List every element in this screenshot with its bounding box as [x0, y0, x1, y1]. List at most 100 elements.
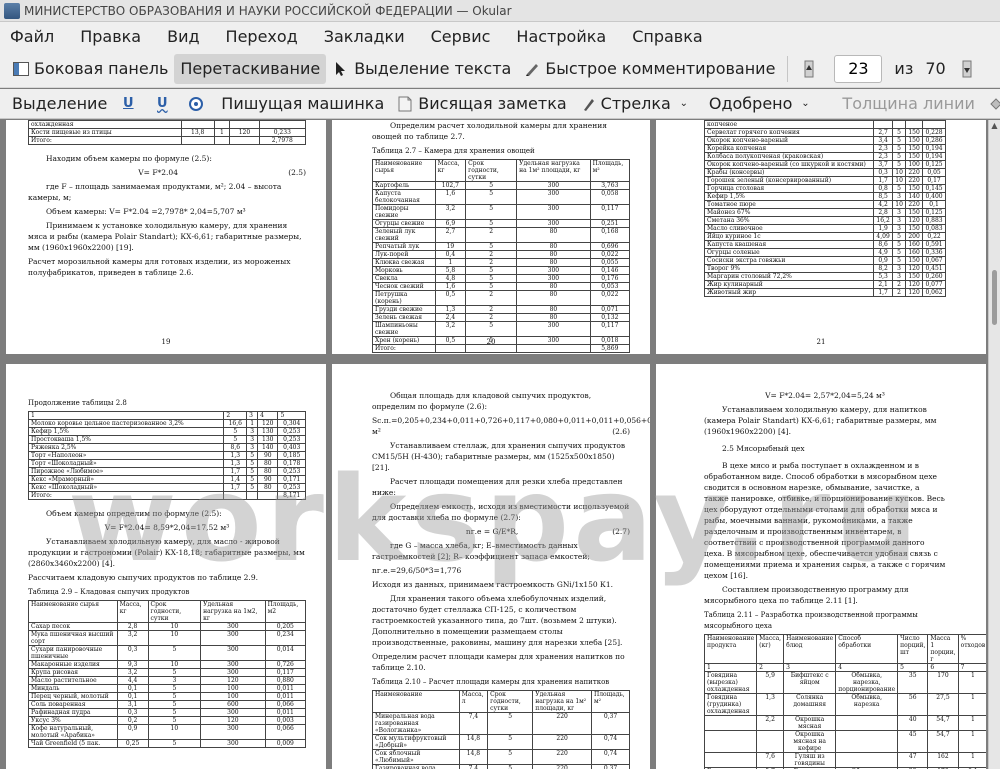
table-cell: 1	[957, 715, 986, 731]
table-row: Говядина (грудинка) охлажденная 1,3 Солянк…	[703, 693, 986, 716]
table-cell: 4,4	[116, 676, 149, 685]
table-cell: 3	[246, 435, 259, 444]
line-width-button[interactable]: Толщина линии	[836, 91, 981, 117]
table-cell	[756, 730, 785, 753]
table-row: Крабы (консервы) 0,3 10 220 0,05	[703, 168, 946, 177]
menu-go[interactable]: Переход	[222, 25, 302, 48]
quick-comment-button[interactable]: Быстрое комментирование	[517, 54, 781, 84]
page-text: Определяем емкость, исходя из вместимост…	[372, 502, 630, 522]
table-cell: 3	[892, 272, 907, 281]
table-header-cell: 1	[27, 411, 225, 420]
table-row: Чеснок свежий 1,6 5 80 0,053	[372, 282, 631, 291]
formula-text: nг.е = G/E*R,	[465, 527, 519, 536]
table-row: Миндаль 0,1 5 100 0,011	[28, 684, 307, 693]
table-header-cell: Масса 1 порции, г	[927, 634, 959, 664]
table-cell: 5,9	[756, 671, 785, 694]
table-cell: 0,014	[264, 645, 307, 661]
table-cell: 0,1	[922, 200, 946, 209]
table-cell: 300	[516, 219, 591, 228]
squiggly-button[interactable]: U	[147, 91, 181, 117]
dry-goods-table: Наименование сырья Масса, кг Срок годности…	[28, 600, 307, 748]
table-cell: 0,403	[277, 443, 306, 452]
table-cell	[246, 491, 259, 500]
table-caption: Таблица 2.9 – Кладовая сыпучих продуктов	[28, 588, 190, 596]
table-cell: 5	[147, 700, 202, 709]
menu-settings[interactable]: Настройка	[512, 25, 610, 48]
table-cell: 3,7	[873, 160, 894, 169]
page-number-input[interactable]	[834, 54, 883, 83]
table-cell: Макаронные изделия	[28, 660, 118, 669]
table-cell: 2,7978	[258, 136, 307, 145]
table-header-cell: Наименование блюд	[783, 634, 837, 664]
scroll-up-icon[interactable]: ▲	[989, 120, 1000, 132]
table-cell: 2	[892, 288, 907, 297]
formula-text: Sс.п.=0,205+0,234+0,011+0,726+0,117+0,08…	[372, 416, 650, 436]
arrow-tool-button[interactable]: Стрелка ⌄	[573, 91, 703, 117]
formula: V= F*2.04 (2.5)	[28, 167, 306, 178]
table-cell: 0,178	[277, 459, 306, 468]
table-cell: 130	[257, 435, 279, 444]
table-cell: 3	[892, 224, 907, 233]
table-cell: 0,253	[277, 483, 306, 492]
table-row: Помидоры свежие 3,2 5 300 0,117	[372, 204, 631, 220]
table-cell: 0,726	[264, 660, 307, 669]
table-cell: 220	[905, 168, 924, 177]
menu-help[interactable]: Справка	[628, 25, 707, 48]
table-cell: Сахар песок	[28, 622, 118, 631]
drag-mode-button[interactable]: Перетаскивание	[174, 53, 327, 84]
table-header-cell: Масса, л	[458, 690, 489, 713]
table-row: Кефир 1,5% 8,5 3 140 0,400	[703, 192, 946, 201]
prev-page-button[interactable]	[794, 54, 828, 84]
table-cell: Кефир 1,5%	[703, 192, 875, 201]
table-cell: 2,3	[873, 144, 894, 153]
table-cell: 80	[516, 227, 591, 243]
table-cell: 0,145	[922, 184, 946, 193]
page-text: Расчет морозильной камеры для готовых из…	[28, 257, 291, 277]
table-row: Окрошка мясная на кефире4554,712,3	[703, 730, 986, 753]
line-color-button[interactable]	[981, 91, 1000, 117]
table-header-cell: Масса, (кг)	[756, 634, 785, 664]
page-text: Определим расчет холодильной камеры для …	[372, 121, 607, 141]
table-row: Макаронные изделия 9,3 10 300 0,726	[28, 660, 307, 669]
next-page-button[interactable]	[952, 54, 986, 84]
table-row: Молоко коровье цельное пастеризованное 3…	[27, 419, 306, 428]
menu-view[interactable]: Вид	[163, 25, 203, 48]
table-row: Жир кулинарный 2,1 2 120 0,077	[703, 280, 946, 289]
table-header-cell: Удельная нагрузка на 1м² площади, кг	[516, 159, 591, 182]
menu-edit[interactable]: Правка	[76, 25, 145, 48]
table-cell: 2,2	[756, 715, 785, 731]
table-row: Окорок копчено-вареный 3,4 5 150 0,286	[703, 136, 946, 145]
table-cell: 10	[147, 724, 202, 740]
table-cell: 0,9	[873, 256, 894, 265]
menu-file[interactable]: Файл	[6, 25, 58, 48]
text-select-button[interactable]: Выделение текста	[326, 54, 517, 84]
table-cell: 80	[516, 313, 591, 322]
table-cell: 300	[200, 739, 266, 748]
sidebar-button[interactable]: Боковая панель	[6, 54, 174, 84]
table-caption: Таблица 2.7 – Камера для хранения овощей	[372, 147, 535, 155]
popup-note-button[interactable]: Висящая заметка	[390, 91, 572, 117]
approved-stamp-button[interactable]: Одобрено ⌄	[703, 91, 825, 117]
typewriter-button[interactable]: Пишущая машинка	[215, 91, 390, 117]
menu-tools[interactable]: Сервис	[427, 25, 495, 48]
table-cell: 3,2	[116, 668, 149, 677]
vertical-scrollbar[interactable]: ▲	[988, 120, 1000, 769]
scrollbar-thumb[interactable]	[992, 270, 997, 325]
table-header-cell: Наименование сырья	[28, 600, 118, 623]
table-cell: 5	[892, 144, 907, 153]
underline-button[interactable]: U	[113, 91, 147, 117]
highlight-select-button[interactable]: Выделение	[6, 91, 113, 117]
table-cell: 0,066	[264, 724, 307, 740]
stamp-tool-button[interactable]	[181, 91, 215, 117]
table-cell: 300	[200, 660, 266, 669]
menu-bookmarks[interactable]: Закладки	[320, 25, 409, 48]
document-view[interactable]: охлажденная Кости пищевые из птицы 13,8 1 12…	[0, 120, 988, 769]
table-cell: 0,286	[922, 136, 946, 145]
table-cell: 3,4	[873, 136, 894, 145]
table-cell: 1,7	[873, 176, 894, 185]
table-caption: Таблица 2.11 – Разработка производственн…	[704, 611, 918, 630]
table-cell: 5	[465, 219, 518, 228]
table-row: Животный жир 1,7 2 120 0,062	[703, 288, 946, 297]
table-cell: 4,9	[873, 248, 894, 257]
table-cell: 140	[905, 192, 924, 201]
